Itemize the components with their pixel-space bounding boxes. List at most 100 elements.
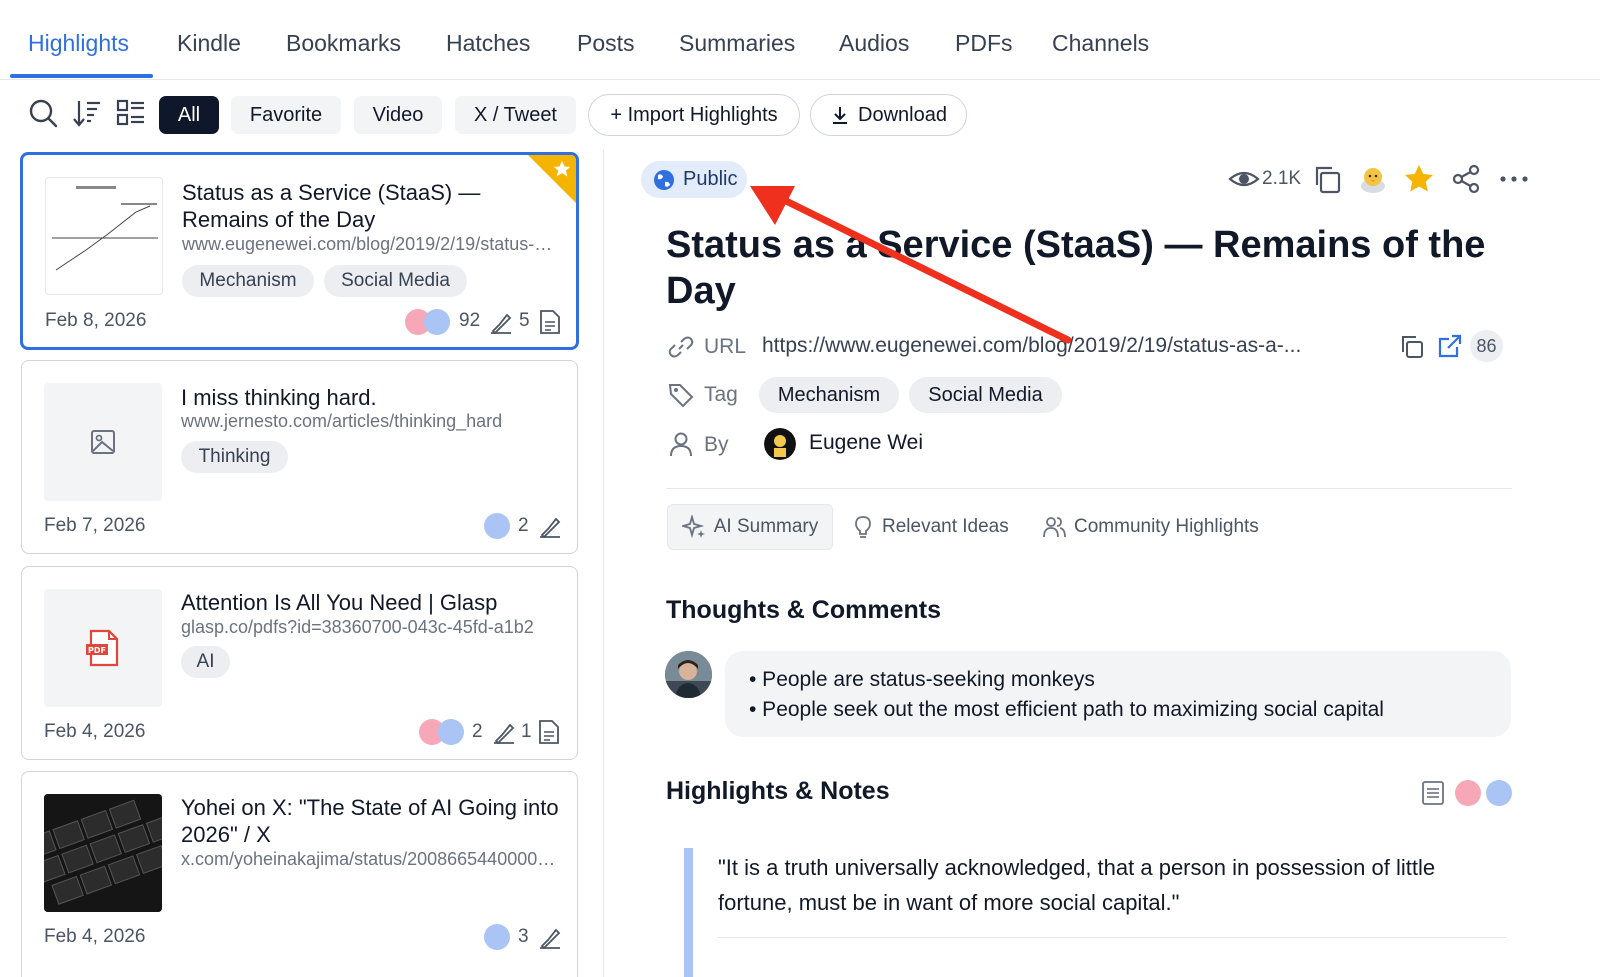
subtab-relevant-ideas[interactable]: Relevant Ideas: [852, 504, 1009, 550]
tab-posts[interactable]: Posts: [577, 30, 635, 57]
card-title: Attention Is All You Need | Glasp: [181, 590, 498, 615]
keyboard-photo-icon: [44, 794, 162, 912]
copy-url-icon[interactable]: [1399, 334, 1425, 360]
sort-icon[interactable]: [72, 98, 102, 128]
globe-icon: [654, 169, 674, 190]
import-highlights-button[interactable]: + Import Highlights: [588, 94, 800, 136]
tab-hatches[interactable]: Hatches: [446, 30, 530, 57]
star-icon: [553, 160, 571, 177]
tab-audios[interactable]: Audios: [839, 30, 909, 57]
link-icon: [668, 336, 694, 358]
card-url: glasp.co/pdfs?id=38360700-043c-45fd-a1b2: [181, 617, 534, 637]
blue-filter-dot[interactable]: [1486, 780, 1512, 806]
detail-tag-mechanism[interactable]: Mechanism: [759, 377, 899, 413]
card-title: Status as a Service (StaaS) — Remains of…: [182, 180, 481, 232]
tab-bookmarks[interactable]: Bookmarks: [286, 30, 401, 57]
highlight-count: 2: [472, 721, 483, 742]
card-thumbnail: [44, 794, 162, 912]
filter-x-tweet[interactable]: X / Tweet: [455, 96, 576, 134]
pink-filter-dot[interactable]: [1455, 780, 1481, 806]
highlight-card-selected[interactable]: Status as a Service (StaaS) — Remains of…: [20, 152, 579, 350]
comment-line: • People are status-seeking monkeys: [749, 668, 1095, 691]
url-label: URL: [704, 335, 747, 358]
active-tab-indicator: [10, 74, 153, 78]
share-icon[interactable]: [1450, 163, 1482, 195]
subtab-ai-summary-label: AI Summary: [713, 516, 819, 537]
highlighter-icon: [494, 723, 515, 745]
download-button[interactable]: Download: [810, 94, 967, 136]
tab-summaries[interactable]: Summaries: [679, 30, 795, 57]
highlighter-icon: [540, 928, 561, 950]
notes-view-icon[interactable]: [1421, 780, 1445, 806]
page-title: Status as a Service (StaaS) — Remains of…: [666, 224, 1486, 312]
layout-icon[interactable]: [116, 98, 146, 128]
highlight-card[interactable]: Yohei on X: "The State of AI Going into …: [21, 771, 578, 977]
tag-social-media[interactable]: Social Media: [324, 265, 467, 297]
card-date: Feb 7, 2026: [44, 515, 146, 536]
highlight-card[interactable]: I miss thinking hard. www.jernesto.com/a…: [21, 360, 578, 554]
tab-highlights[interactable]: Highlights: [28, 30, 129, 57]
copy-icon[interactable]: [1311, 163, 1343, 195]
by-label: By: [704, 433, 729, 456]
more-icon[interactable]: [1498, 163, 1530, 195]
filter-all[interactable]: All: [159, 96, 219, 134]
external-link-icon[interactable]: [1437, 333, 1463, 359]
download-icon: [833, 107, 848, 124]
comment-bubble[interactable]: • People are status-seeking monkeys • Pe…: [725, 651, 1511, 737]
hatch-icon[interactable]: [1357, 163, 1389, 195]
comment-line: • People seek out the most efficient pat…: [749, 698, 1384, 721]
lightbulb-icon: [855, 516, 871, 538]
tab-kindle[interactable]: Kindle: [177, 30, 241, 57]
tag-thinking[interactable]: Thinking: [181, 441, 288, 473]
author-name[interactable]: Eugene Wei: [809, 431, 923, 455]
note-count: 1: [521, 721, 532, 742]
card-thumbnail: PDF: [44, 589, 162, 707]
image-placeholder-icon: [91, 430, 115, 454]
highlight-quote[interactable]: "It is a truth universally acknowledged,…: [718, 850, 1508, 920]
users-icon: [1043, 517, 1066, 538]
card-date: Feb 8, 2026: [45, 310, 147, 331]
highlight-card[interactable]: PDF Attention Is All You Need | Glasp gl…: [21, 566, 578, 760]
filter-favorite[interactable]: Favorite: [231, 96, 341, 134]
search-icon[interactable]: [28, 98, 58, 128]
eye-icon: [1228, 171, 1260, 187]
top-nav: Highlights Kindle Bookmarks Hatches Post…: [0, 0, 1600, 80]
blue-dot: [484, 513, 510, 539]
detail-tag-social-media[interactable]: Social Media: [909, 377, 1062, 413]
star-icon[interactable]: [1403, 163, 1435, 195]
card-date: Feb 4, 2026: [44, 721, 146, 742]
visibility-toggle[interactable]: Public: [641, 161, 747, 198]
article-url[interactable]: https://www.eugenewei.com/blog/2019/2/19…: [762, 334, 1301, 358]
url-count-badge: 86: [1470, 330, 1503, 362]
sparkle-icon: [681, 515, 705, 539]
note-icon: [540, 310, 560, 334]
card-thumbnail: [44, 383, 162, 501]
card-title: Yohei on X: "The State of AI Going into …: [181, 795, 559, 847]
chart-thumbnail-icon: [52, 186, 158, 271]
subtab-ai-summary[interactable]: AI Summary: [667, 504, 833, 550]
view-count: 2.1K: [1262, 168, 1302, 189]
highlight-count: 92: [459, 310, 481, 331]
divider: [666, 488, 1512, 489]
card-thumbnail: [45, 177, 163, 295]
blue-dot: [484, 924, 510, 950]
thoughts-section-title: Thoughts & Comments: [666, 596, 941, 624]
panel-divider: [603, 150, 604, 977]
highlight-count: 2: [518, 515, 529, 536]
subtab-community-highlights[interactable]: Community Highlights: [1042, 504, 1259, 550]
note-icon: [539, 720, 559, 744]
tab-pdfs[interactable]: PDFs: [955, 30, 1013, 57]
tag-ai[interactable]: AI: [181, 646, 230, 678]
highlight-color-bar: [684, 848, 693, 977]
highlighter-icon: [491, 313, 512, 335]
visibility-label: Public: [683, 168, 738, 190]
highlighter-icon: [540, 517, 561, 539]
blue-dot: [424, 309, 450, 335]
tag-mechanism[interactable]: Mechanism: [182, 265, 314, 297]
import-highlights-label: + Import Highlights: [610, 103, 778, 126]
tab-channels[interactable]: Channels: [1052, 30, 1149, 57]
filter-video[interactable]: Video: [354, 96, 442, 134]
highlights-section-title: Highlights & Notes: [666, 777, 890, 805]
card-url: www.jernesto.com/articles/thinking_hard: [181, 411, 503, 431]
tag-label: Tag: [704, 383, 738, 406]
